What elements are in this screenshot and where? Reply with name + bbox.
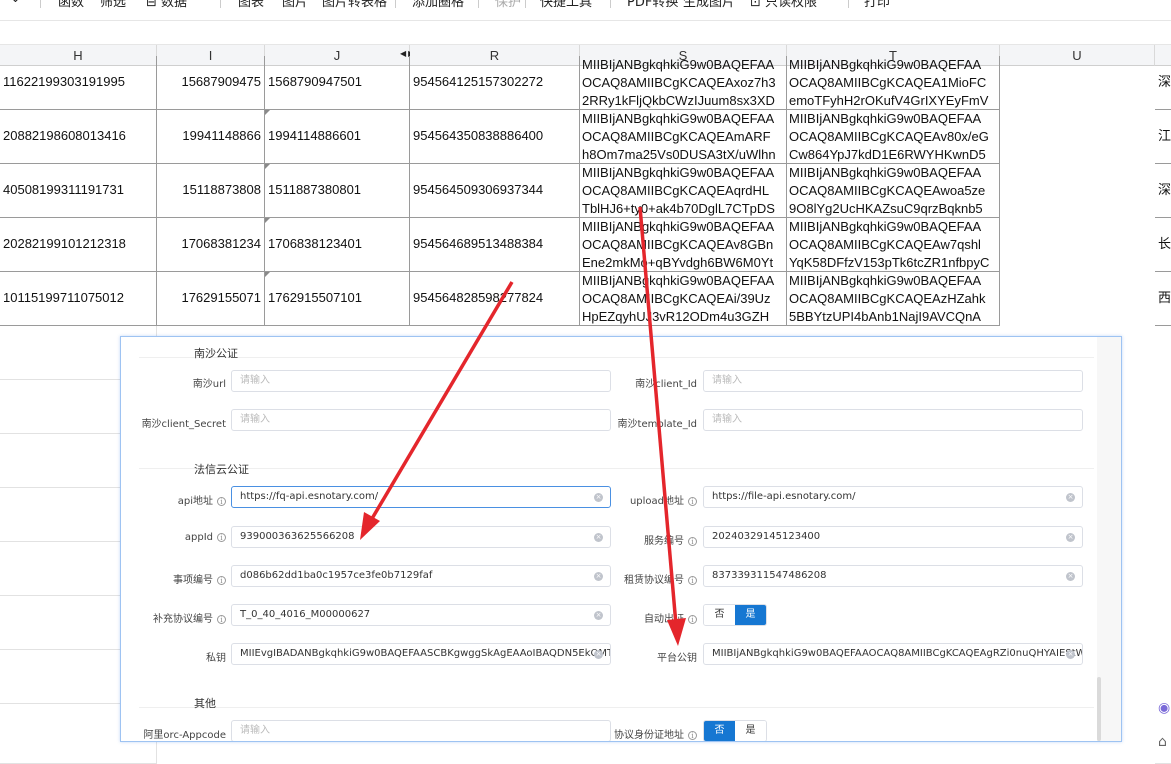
shirt-icon[interactable]: ⌂ xyxy=(1158,734,1167,750)
annotation-arrow-1 xyxy=(360,281,514,540)
assistant-icon[interactable]: ◉ xyxy=(1158,700,1170,716)
annotation-arrow-2 xyxy=(638,206,686,646)
annotation-arrows xyxy=(360,206,686,646)
